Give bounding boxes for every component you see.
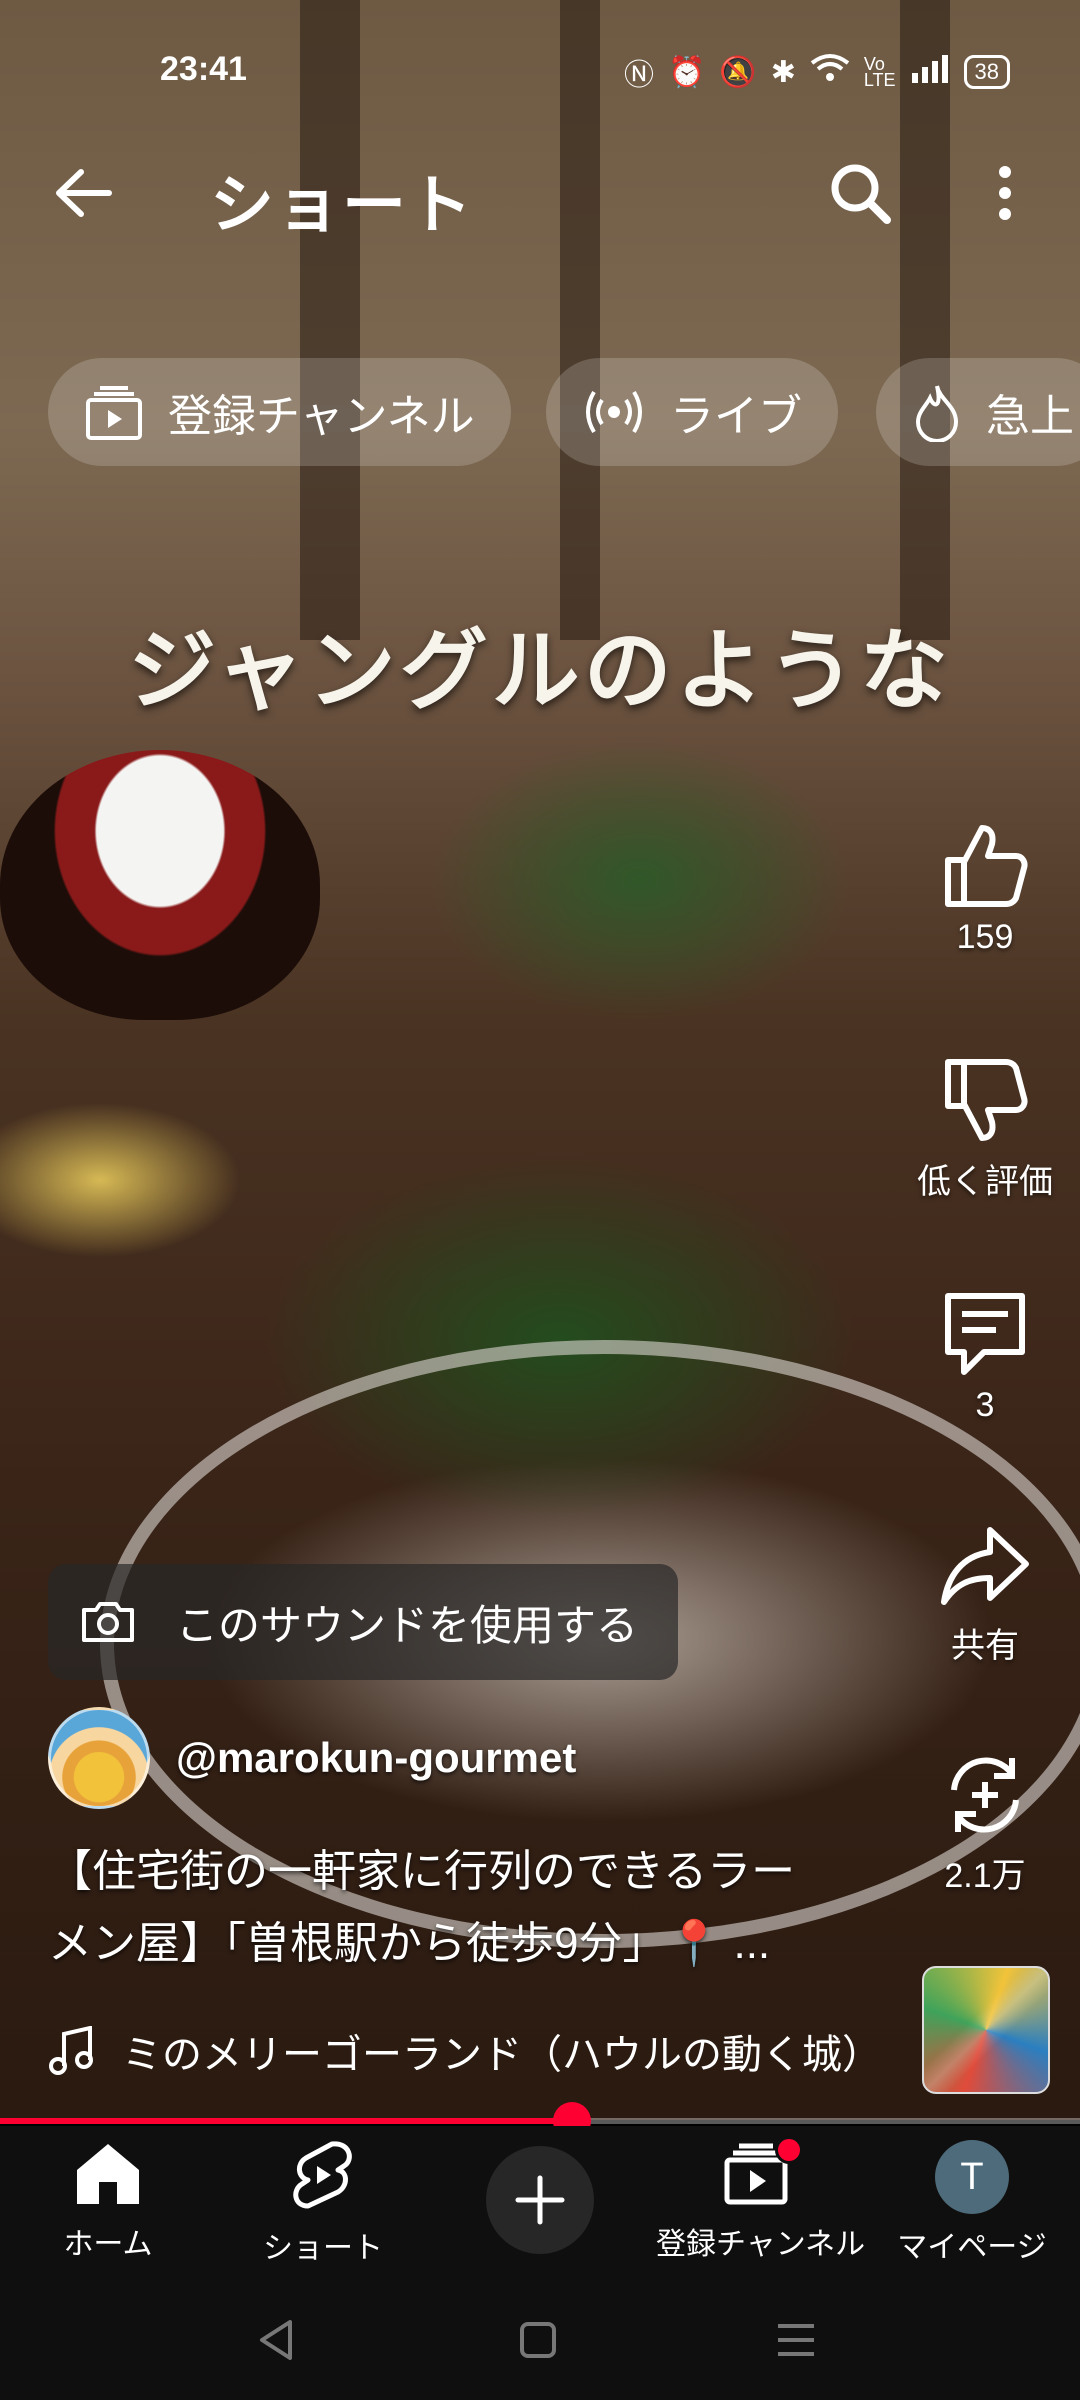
like-count: 159 bbox=[956, 918, 1014, 956]
alarm-icon: ⏰ bbox=[667, 55, 706, 89]
share-label: 共有 bbox=[951, 1627, 1019, 1665]
nav-subscriptions-label: 登録チャンネル bbox=[656, 2228, 866, 2261]
volte-icon: Vo LTE bbox=[863, 54, 896, 90]
nav-shorts-label: ショート bbox=[263, 2232, 383, 2265]
filter-chips: 登録チャンネル ライブ 急上 bbox=[48, 358, 1080, 466]
home-icon bbox=[77, 2144, 139, 2204]
search-button[interactable] bbox=[825, 158, 895, 228]
thumbs-down-icon bbox=[945, 1059, 1028, 1141]
more-options-button[interactable] bbox=[970, 158, 1040, 228]
dislike-button[interactable]: 低く評価 bbox=[910, 1056, 1060, 1203]
progress-bar[interactable] bbox=[0, 2102, 1080, 2140]
video-description[interactable]: 【住宅街の一軒家に行列のできるラー メン屋】「曽根駅から徒歩9分」📍 ... bbox=[48, 1836, 878, 1980]
chip-label: 急上 bbox=[986, 392, 1074, 441]
mute-icon: 🔕 bbox=[719, 55, 757, 89]
channel-row: @marokun-gourmet bbox=[48, 1707, 576, 1809]
chip-trending[interactable]: 急上 bbox=[876, 358, 1080, 466]
comment-icon bbox=[945, 1293, 1025, 1375]
battery-icon: 38 bbox=[963, 55, 1010, 89]
music-note-icon bbox=[49, 2026, 93, 2075]
remix-button[interactable]: 2.1万 bbox=[910, 1750, 1060, 1897]
video-overlay-text: ジャングルのような bbox=[128, 618, 952, 722]
subscriptions-icon bbox=[86, 386, 142, 440]
nav-mypage-label: マイページ bbox=[897, 2231, 1047, 2264]
channel-handle[interactable]: @marokun-gourmet bbox=[176, 1734, 576, 1782]
wifi-icon bbox=[810, 53, 850, 91]
status-bar: 23:41 Ⓝ ⏰ 🔕 ✱ Vo LTE 38 bbox=[0, 40, 1080, 104]
music-row[interactable]: ミのメリーゴーランド（ハウルの動く城） bbox=[48, 2016, 898, 2086]
search-icon bbox=[831, 164, 891, 224]
system-back-icon[interactable] bbox=[248, 2310, 308, 2370]
music-thumbnail[interactable] bbox=[922, 1966, 1050, 2094]
live-icon bbox=[586, 390, 642, 434]
shorts-icon bbox=[293, 2141, 352, 2209]
nav-shorts[interactable]: ショート bbox=[223, 2140, 423, 2267]
create-button[interactable] bbox=[486, 2146, 594, 2254]
status-icons: Ⓝ ⏰ 🔕 ✱ Vo LTE 38 bbox=[624, 50, 1010, 94]
bottom-navigation: ホーム ショート 登録チャンネル T マイページ bbox=[0, 2126, 1080, 2270]
system-home-icon[interactable] bbox=[508, 2310, 568, 2370]
remix-icon bbox=[951, 1757, 1019, 1833]
dislike-label: 低く評価 bbox=[917, 1163, 1053, 1201]
channel-avatar[interactable] bbox=[48, 1707, 150, 1809]
signal-icon bbox=[910, 53, 950, 91]
shorts-screen: 23:41 Ⓝ ⏰ 🔕 ✱ Vo LTE 38 ショート 登録チャンネル ライブ… bbox=[0, 0, 1080, 2400]
share-icon bbox=[941, 1527, 1029, 1605]
nav-home[interactable]: ホーム bbox=[8, 2140, 208, 2263]
use-sound-label: このサウンドを使用する bbox=[176, 1601, 639, 1649]
remix-count: 2.1万 bbox=[944, 1857, 1026, 1895]
thumbs-up-icon bbox=[945, 825, 1028, 907]
back-button[interactable] bbox=[48, 158, 118, 228]
plus-icon bbox=[515, 2175, 565, 2225]
user-avatar: T bbox=[935, 2140, 1009, 2214]
nfc-icon: Ⓝ bbox=[623, 59, 654, 92]
comment-count: 3 bbox=[975, 1386, 995, 1424]
nav-subscriptions[interactable]: 登録チャンネル bbox=[656, 2136, 866, 2263]
status-time: 23:41 bbox=[160, 50, 247, 88]
progress-fill bbox=[0, 2118, 573, 2124]
header: ショート bbox=[0, 140, 1080, 241]
bluetooth-icon: ✱ bbox=[770, 55, 796, 89]
description-line: 【住宅街の一軒家に行列のできるラー bbox=[48, 1847, 796, 1896]
share-button[interactable]: 共有 bbox=[910, 1520, 1060, 1667]
page-title: ショート bbox=[210, 169, 474, 241]
comments-button[interactable]: 3 bbox=[910, 1288, 1060, 1425]
more-vert-icon bbox=[999, 166, 1011, 178]
system-recents-icon[interactable] bbox=[766, 2310, 826, 2370]
like-button[interactable]: 159 bbox=[910, 820, 1060, 957]
chip-subscriptions[interactable]: 登録チャンネル bbox=[48, 358, 511, 466]
rice-bowl-image bbox=[0, 750, 320, 1020]
use-sound-button[interactable]: このサウンドを使用する bbox=[48, 1564, 678, 1680]
system-navigation-bar bbox=[0, 2270, 1080, 2400]
nav-home-label: ホーム bbox=[63, 2228, 153, 2261]
camera-icon bbox=[82, 1602, 134, 1642]
description-line: メン屋】「曽根駅から徒歩9分」📍 ... bbox=[48, 1919, 771, 1968]
trending-icon bbox=[915, 385, 959, 442]
nav-mypage[interactable]: T マイページ bbox=[872, 2140, 1072, 2266]
chip-live[interactable]: ライブ bbox=[546, 358, 838, 466]
music-title: ミのメリーゴーランド（ハウルの動く城） bbox=[122, 2033, 882, 2077]
back-arrow-icon bbox=[56, 169, 112, 217]
chip-label: ライブ bbox=[670, 392, 802, 441]
chip-label: 登録チャンネル bbox=[168, 392, 475, 441]
notification-dot bbox=[775, 2136, 803, 2164]
